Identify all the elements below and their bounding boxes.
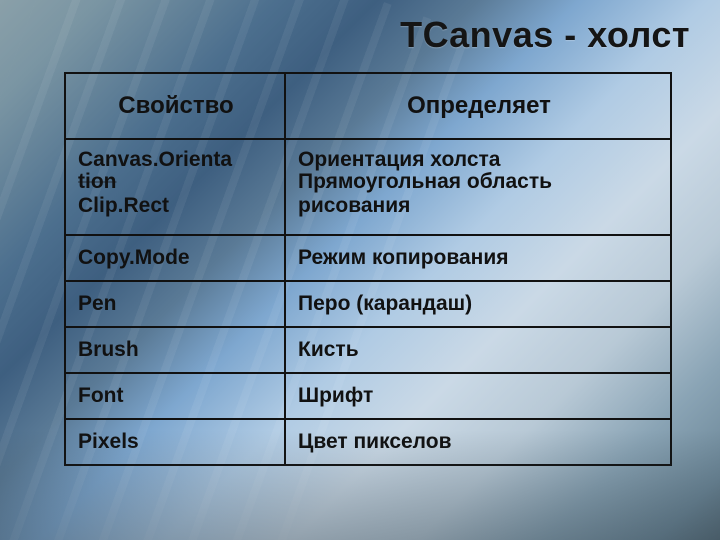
cell-definition: Режим копирования	[286, 236, 670, 280]
table-row: Pen Перо (карандаш)	[66, 280, 670, 326]
cell-definition: Перо (карандаш)	[286, 282, 670, 326]
header-definition: Определяет	[286, 74, 670, 138]
table-row: Copy.Mode Режим копирования	[66, 234, 670, 280]
cliprect-text: Clip.Rect	[78, 194, 169, 217]
cell-property: Copy.Mode	[66, 236, 286, 280]
table-row-merged: Canvas.Orienta tion Clip.Rect Ориентация…	[66, 138, 670, 234]
cell-property-merged: Canvas.Orienta tion Clip.Rect	[66, 140, 286, 234]
cell-definition: Цвет пикселов	[286, 420, 670, 464]
cell-definition-merged: Ориентация холста Прямоугольная область …	[286, 140, 670, 234]
cell-definition: Кисть	[286, 328, 670, 372]
header-property: Свойство	[66, 74, 286, 138]
rect-def-line3: рисования	[298, 194, 410, 217]
slide-title: TCanvas - холст	[30, 14, 690, 56]
rect-def-line2: Прямоугольная область	[298, 170, 552, 193]
cell-property: Font	[66, 374, 286, 418]
orientation-def-text: Ориентация холста	[298, 150, 660, 170]
cell-property: Pen	[66, 282, 286, 326]
table-row: Pixels Цвет пикселов	[66, 418, 670, 464]
cell-definition: Шрифт	[286, 374, 670, 418]
table-row: Font Шрифт	[66, 372, 670, 418]
tion-struck-text: tion	[78, 170, 116, 193]
table-row: Brush Кисть	[66, 326, 670, 372]
cell-property: Pixels	[66, 420, 286, 464]
canvas-orienta-text: Canvas.Orienta	[78, 150, 274, 170]
cell-property: Brush	[66, 328, 286, 372]
slide: TCanvas - холст Свойство Определяет Canv…	[0, 0, 720, 540]
properties-table: Свойство Определяет Canvas.Orienta tion …	[64, 72, 672, 466]
table-header-row: Свойство Определяет	[66, 74, 670, 138]
